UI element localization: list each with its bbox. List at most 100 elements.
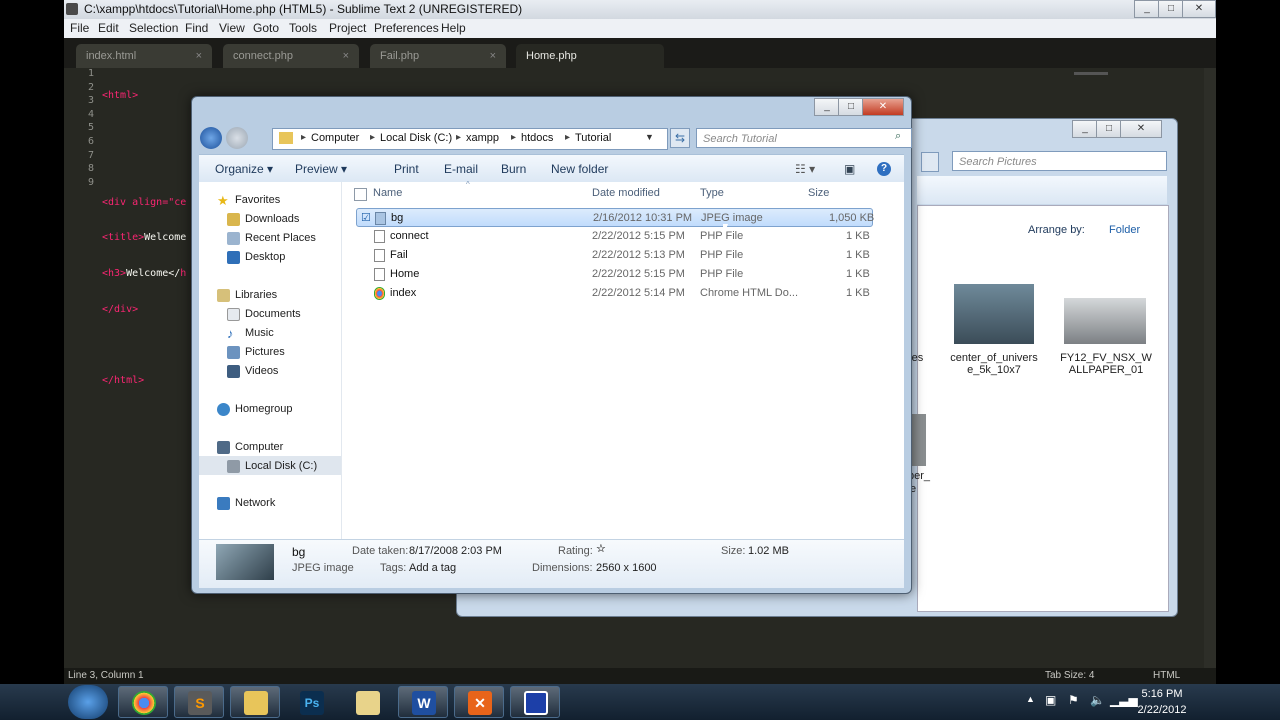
- view-options-icon[interactable]: ☷ ▾: [795, 155, 815, 183]
- file-row-bg[interactable]: ☑ bg 2/16/2012 10:31 PM JPEG image 1,050…: [356, 208, 874, 228]
- column-type[interactable]: Type: [700, 187, 724, 199]
- back-button[interactable]: [200, 127, 222, 149]
- taskbar-photoshop[interactable]: Ps: [286, 686, 336, 718]
- breadcrumb-arrow[interactable]: ▸: [565, 132, 570, 143]
- minimize-button[interactable]: _: [1134, 0, 1160, 18]
- taskbar-snipping[interactable]: [342, 686, 392, 718]
- breadcrumb-arrow[interactable]: ▸: [370, 132, 375, 143]
- maximize-button[interactable]: □: [1096, 120, 1122, 138]
- close-button[interactable]: ✕: [1120, 120, 1162, 138]
- taskbar-sublime[interactable]: S: [174, 686, 224, 718]
- file-date: 2/22/2012 5:15 PM: [592, 230, 685, 242]
- menu-tools[interactable]: Tools: [289, 19, 317, 38]
- column-name[interactable]: Name: [373, 187, 402, 199]
- arrange-dropdown[interactable]: Folder: [1109, 224, 1140, 236]
- maximize-button[interactable]: □: [1158, 0, 1184, 18]
- file-row-connect[interactable]: connect 2/22/2012 5:15 PM PHP File 1 KB: [356, 227, 873, 246]
- help-icon[interactable]: ?: [877, 162, 891, 176]
- menu-view[interactable]: View: [219, 19, 245, 38]
- row-checkbox[interactable]: ☑: [361, 209, 371, 228]
- php-file-icon: [374, 268, 385, 281]
- search-input[interactable]: Search Pictures: [952, 151, 1167, 171]
- burn-button[interactable]: Burn: [501, 155, 526, 183]
- explorer-body: ★ Favorites Downloads Recent Places Deskt…: [199, 180, 904, 539]
- print-button[interactable]: Print: [394, 155, 419, 183]
- breadcrumb-htdocs[interactable]: htdocs: [521, 132, 553, 144]
- code-token: <title>: [102, 232, 145, 244]
- file-row-fail[interactable]: Fail 2/22/2012 5:13 PM PHP File 1 KB: [356, 246, 873, 265]
- file-row-index[interactable]: index 2/22/2012 5:14 PM Chrome HTML Do..…: [356, 284, 873, 303]
- new-folder-button[interactable]: New folder: [551, 155, 608, 183]
- tray-expand-icon[interactable]: ▲: [1026, 694, 1035, 704]
- refresh-icon[interactable]: [921, 152, 939, 172]
- minimize-button[interactable]: _: [814, 98, 840, 116]
- address-bar[interactable]: ▸ Computer ▸ Local Disk (C:) ▸ xampp ▸ h…: [272, 128, 668, 150]
- tab-home-php[interactable]: Home.php: [516, 44, 664, 68]
- menu-edit[interactable]: Edit: [98, 19, 119, 38]
- taskbar-explorer[interactable]: [230, 686, 280, 718]
- tags-value[interactable]: Add a tag: [409, 562, 456, 574]
- menu-file[interactable]: File: [70, 19, 89, 38]
- recent-places-icon: [227, 232, 240, 245]
- menu-preferences[interactable]: Preferences: [374, 19, 439, 38]
- preview-pane-icon[interactable]: ▣: [844, 155, 855, 183]
- minimize-button[interactable]: _: [1072, 120, 1098, 138]
- details-pane: bg JPEG image Date taken: 8/17/2008 2:03…: [199, 539, 904, 588]
- close-button[interactable]: ✕: [862, 98, 904, 116]
- email-button[interactable]: E-mail: [444, 155, 478, 183]
- code-editor[interactable]: <html> <div align="ce <title>Welcome <h3…: [102, 68, 186, 410]
- breadcrumb-xampp[interactable]: xampp: [466, 132, 499, 144]
- date-taken-value[interactable]: 8/17/2008 2:03 PM: [409, 545, 502, 557]
- breadcrumb-tutorial[interactable]: Tutorial: [575, 132, 611, 144]
- tab-index-html[interactable]: index.html ×: [76, 44, 212, 68]
- breadcrumb-local-disk[interactable]: Local Disk (C:): [380, 132, 452, 144]
- tray-icon[interactable]: ▣: [1045, 693, 1056, 707]
- explorer-title-bar: _ □ ✕: [192, 97, 911, 125]
- network-icon: [217, 497, 230, 510]
- search-icon[interactable]: ⌕: [895, 130, 901, 143]
- menu-find[interactable]: Find: [185, 19, 208, 38]
- menu-help[interactable]: Help: [441, 19, 466, 38]
- tab-connect-php[interactable]: connect.php ×: [223, 44, 359, 68]
- start-button[interactable]: [68, 685, 108, 719]
- taskbar-word[interactable]: W: [398, 686, 448, 718]
- tab-size[interactable]: Tab Size: 4: [1045, 668, 1094, 684]
- menu-selection[interactable]: Selection: [129, 19, 178, 38]
- file-type: Chrome HTML Do...: [700, 287, 799, 299]
- thumbnail-image[interactable]: [1064, 298, 1146, 344]
- preview-button[interactable]: Preview ▾: [295, 155, 347, 183]
- breadcrumb-arrow[interactable]: ▸: [456, 132, 461, 143]
- organize-button[interactable]: Organize ▾: [215, 155, 273, 183]
- taskbar-app[interactable]: [510, 686, 560, 718]
- taskbar-chrome[interactable]: [118, 686, 168, 718]
- scrollbar[interactable]: [1204, 68, 1216, 668]
- search-input[interactable]: Search Tutorial: [696, 128, 912, 148]
- tab-close-icon[interactable]: ×: [490, 44, 496, 68]
- tab-close-icon[interactable]: ×: [196, 44, 202, 68]
- volume-icon[interactable]: 🔈: [1090, 693, 1105, 707]
- column-size[interactable]: Size: [808, 187, 829, 199]
- breadcrumb-arrow[interactable]: ▸: [301, 132, 306, 143]
- refresh-icon[interactable]: ⇆: [670, 128, 690, 148]
- syntax-mode[interactable]: HTML: [1153, 668, 1180, 684]
- menu-goto[interactable]: Goto: [253, 19, 279, 38]
- tab-fail-php[interactable]: Fail.php ×: [370, 44, 506, 68]
- tab-close-icon[interactable]: ×: [343, 44, 349, 68]
- maximize-button[interactable]: □: [838, 98, 864, 116]
- flag-icon[interactable]: ⚑: [1068, 693, 1079, 707]
- thumbnail-image[interactable]: [912, 414, 926, 466]
- column-date-modified[interactable]: Date modified: [592, 187, 660, 199]
- forward-button[interactable]: [226, 127, 248, 149]
- breadcrumb-arrow[interactable]: ▸: [511, 132, 516, 143]
- taskbar-xampp[interactable]: ✕: [454, 686, 504, 718]
- menu-project[interactable]: Project: [329, 19, 366, 38]
- breadcrumb-computer[interactable]: Computer: [311, 132, 359, 144]
- xampp-icon: ✕: [468, 691, 492, 715]
- code-line-7: </div>: [102, 303, 139, 315]
- thumbnail-image[interactable]: [954, 284, 1034, 344]
- close-button[interactable]: ✕: [1182, 0, 1216, 18]
- file-row-home[interactable]: Home 2/22/2012 5:15 PM PHP File 1 KB: [356, 265, 873, 284]
- chevron-down-icon[interactable]: ▼: [645, 132, 654, 142]
- select-all-checkbox[interactable]: [354, 188, 367, 201]
- clock[interactable]: 5:16 PM 2/22/2012: [1130, 686, 1194, 718]
